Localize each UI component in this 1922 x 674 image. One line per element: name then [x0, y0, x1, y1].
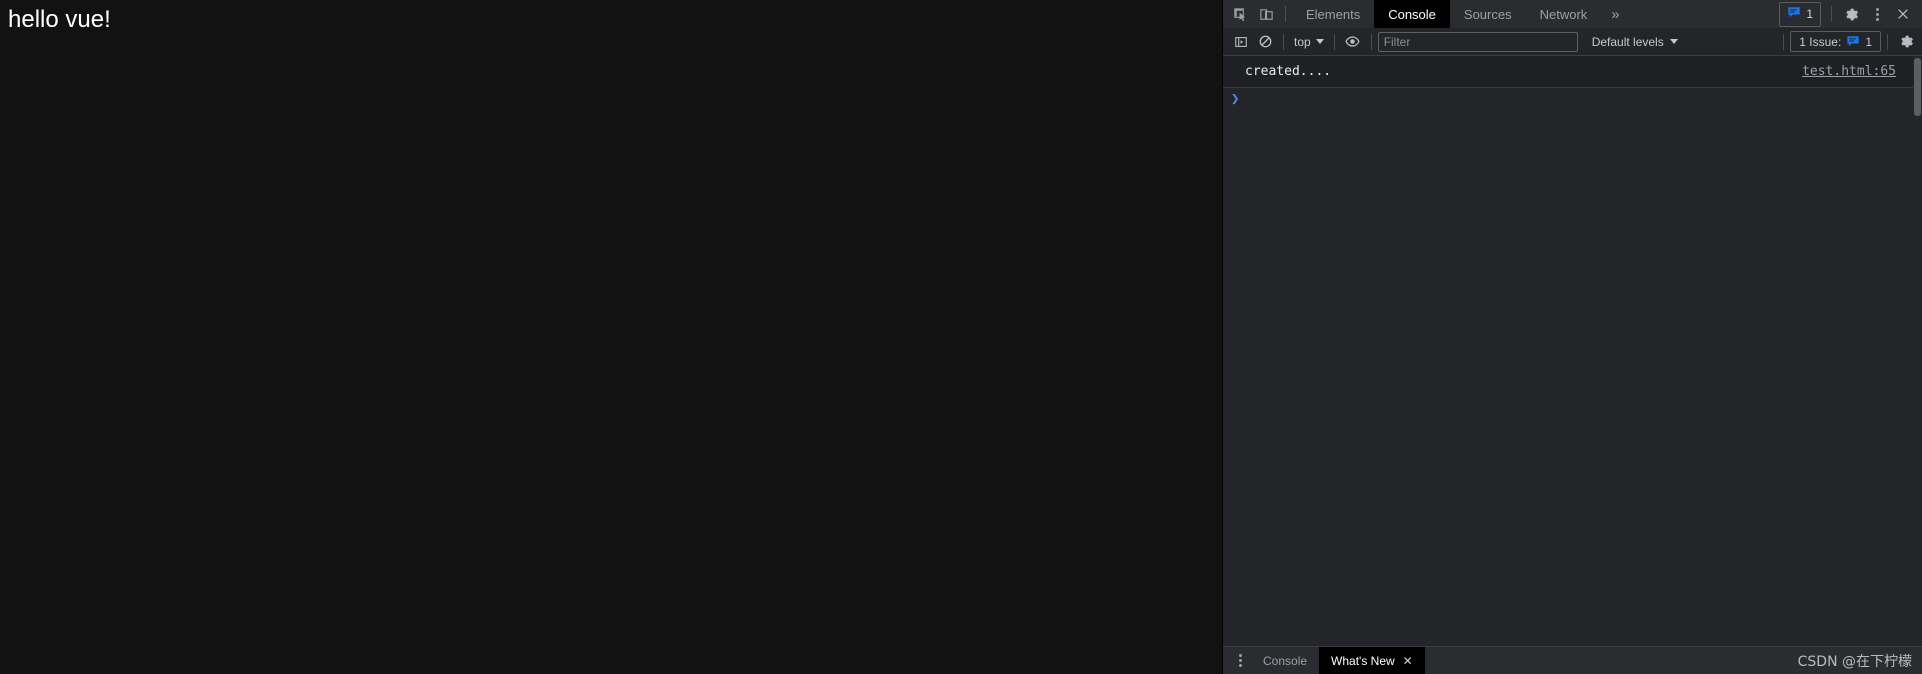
- console-scrollbar-thumb[interactable]: [1914, 58, 1921, 116]
- filterbar-right-actions: 1 Issue: 1: [1777, 31, 1918, 53]
- tab-console[interactable]: Console: [1374, 0, 1450, 28]
- console-message-list[interactable]: created.... test.html:65 ❯: [1223, 56, 1922, 646]
- console-settings-gear-icon[interactable]: [1894, 31, 1918, 53]
- tab-sources[interactable]: Sources: [1450, 0, 1526, 28]
- kebab-menu-icon[interactable]: [1864, 1, 1890, 27]
- page-heading: hello vue!: [8, 6, 111, 33]
- chevron-down-icon: [1315, 39, 1324, 44]
- filterbar-divider-3: [1370, 33, 1372, 50]
- filterbar-divider-2: [1333, 33, 1335, 50]
- devtools-tabbar: Elements Console Sources Network » 1: [1223, 0, 1922, 28]
- console-prompt-row[interactable]: ❯: [1223, 88, 1922, 110]
- close-icon[interactable]: [1890, 1, 1916, 27]
- toolbar-divider: [1285, 6, 1286, 22]
- inspect-element-icon[interactable]: [1227, 1, 1253, 27]
- drawer-tab-console-label: Console: [1263, 653, 1308, 668]
- gear-icon[interactable]: [1838, 1, 1864, 27]
- devtools-tabbar-actions: 1: [1779, 1, 1922, 27]
- browser-window: hello vue! Elements Console Sources Netw…: [0, 0, 1922, 674]
- issues-badge[interactable]: 1 Issue: 1: [1790, 31, 1881, 52]
- messages-count: 1: [1806, 7, 1813, 21]
- log-levels-select[interactable]: Default levels: [1586, 33, 1684, 51]
- live-expression-icon[interactable]: [1341, 31, 1365, 53]
- devtools-panel: Elements Console Sources Network » 1 top…: [1222, 0, 1922, 674]
- close-icon-whats-new[interactable]: ✕: [1403, 654, 1413, 668]
- issues-count: 1: [1865, 34, 1872, 49]
- tab-overflow-icon[interactable]: »: [1601, 0, 1629, 28]
- filterbar-divider-4: [1783, 33, 1785, 50]
- filterbar-divider-1: [1283, 33, 1284, 50]
- csdn-watermark: CSDN @在下柠檬: [1797, 653, 1912, 670]
- chevron-down-icon-levels: [1669, 39, 1678, 44]
- tab-elements[interactable]: Elements: [1292, 0, 1374, 28]
- devtools-drawer: Console What's New ✕ CSDN @在下柠檬: [1223, 646, 1922, 674]
- clear-console-icon[interactable]: [1253, 31, 1277, 53]
- page-viewport: hello vue!: [0, 0, 1222, 674]
- tab-network[interactable]: Network: [1526, 0, 1602, 28]
- issues-label: 1 Issue:: [1799, 34, 1842, 49]
- device-toolbar-icon[interactable]: [1253, 1, 1279, 27]
- message-icon: [1787, 5, 1801, 24]
- drawer-kebab-menu-icon[interactable]: [1229, 650, 1251, 672]
- log-levels-label: Default levels: [1591, 34, 1664, 49]
- console-message-source-link[interactable]: test.html:65: [1802, 64, 1912, 79]
- console-prompt-arrow-icon: ❯: [1231, 91, 1240, 107]
- devtools-tab-list: Elements Console Sources Network »: [1292, 0, 1630, 28]
- execution-context-label: top: [1294, 34, 1311, 49]
- filterbar-divider-5: [1887, 33, 1888, 50]
- toolbar-divider-2: [1831, 6, 1832, 22]
- execution-context-select[interactable]: top: [1290, 33, 1328, 51]
- drawer-tab-whats-new[interactable]: What's New ✕: [1319, 646, 1425, 674]
- issues-message-icon: [1846, 34, 1860, 49]
- console-message-text: created....: [1245, 64, 1332, 79]
- console-filter-toolbar: top Default levels 1 Issue:: [1223, 28, 1922, 56]
- filter-input[interactable]: [1377, 31, 1578, 52]
- drawer-tab-console[interactable]: Console: [1251, 647, 1319, 674]
- console-sidebar-icon[interactable]: [1229, 31, 1253, 53]
- drawer-tab-whats-new-label: What's New: [1331, 653, 1395, 668]
- console-message-row[interactable]: created.... test.html:65: [1223, 56, 1922, 88]
- messages-badge[interactable]: 1: [1779, 1, 1821, 27]
- console-scrollbar[interactable]: [1913, 56, 1922, 646]
